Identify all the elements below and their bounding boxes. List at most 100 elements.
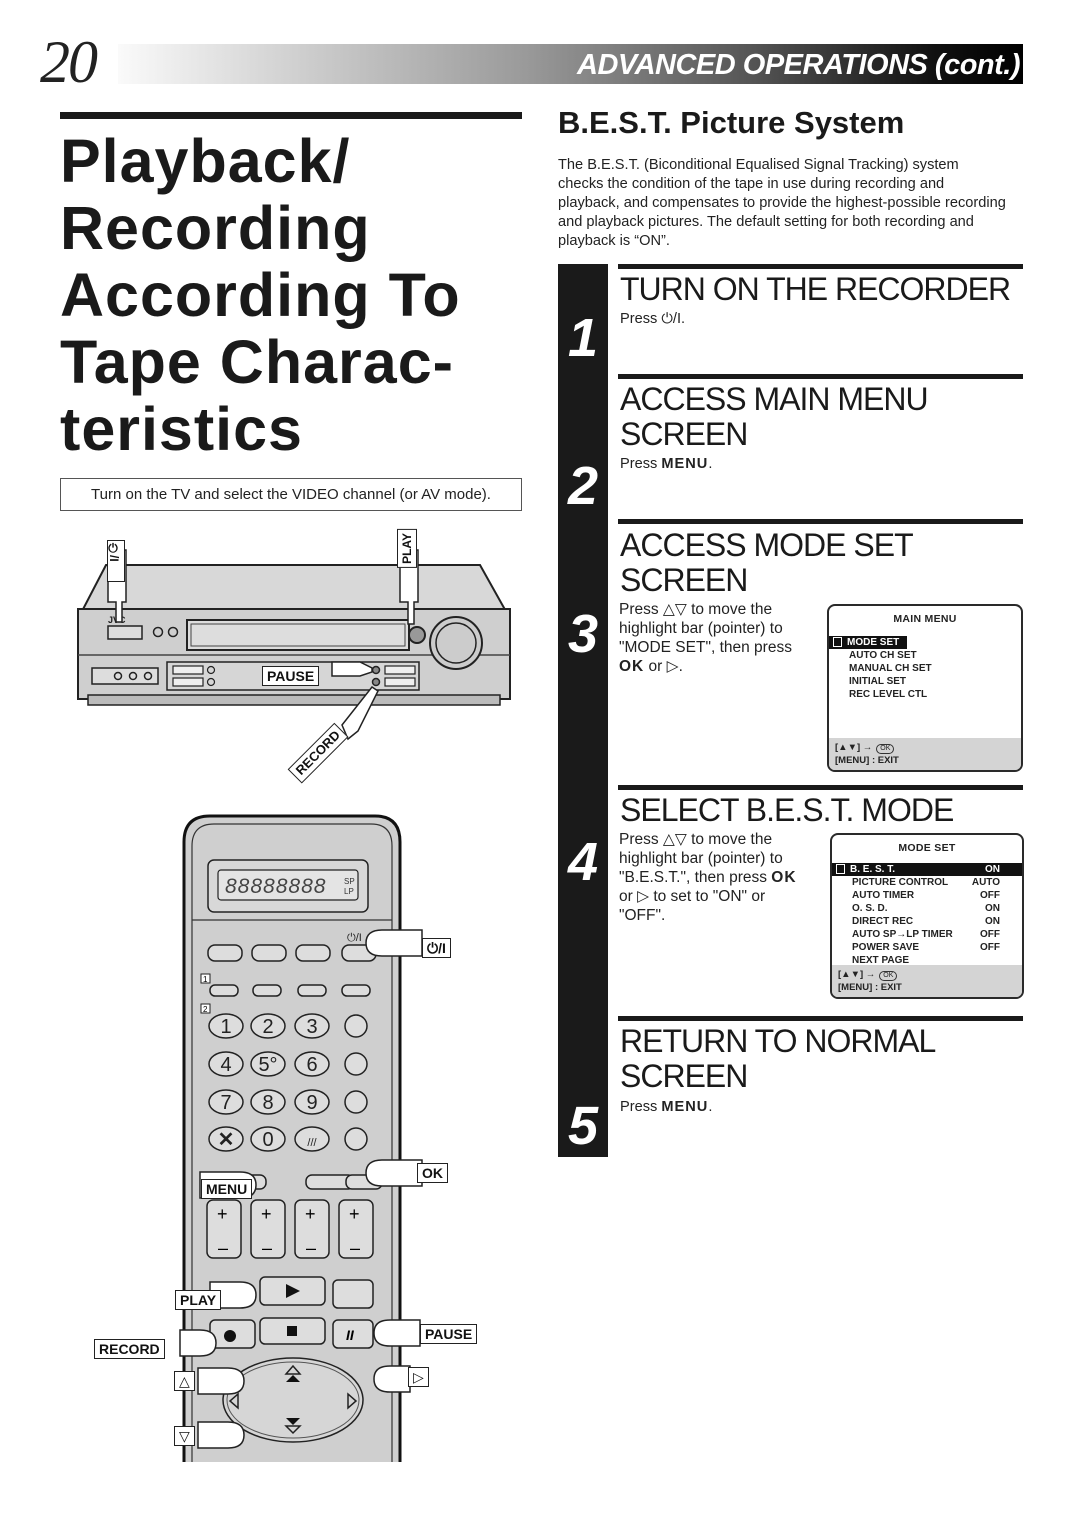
number-key-label: 6 [306, 1054, 317, 1076]
menu-key: MENU [661, 1099, 709, 1115]
osd-item-value: AUTO [971, 877, 1000, 888]
pause-label: PAUSE [262, 666, 320, 686]
text: Press [620, 311, 662, 327]
number-key-label: 2 [262, 1016, 273, 1038]
remote-button[interactable] [344, 1014, 368, 1038]
text: or ▷ to set to "ON" or "OFF". [619, 888, 766, 924]
instruction-note: Turn on the TV and select the VIDEO chan… [60, 478, 522, 511]
skip-key-label: /// [307, 1137, 317, 1149]
number-key-label: 9 [306, 1092, 317, 1114]
timer-button[interactable] [344, 1127, 368, 1151]
vcr-play-button[interactable] [408, 626, 426, 644]
remote-drawing: 88888888 SP LP ⏻/I 1 2 1 2 3 4 5° 6 7 8 9 ✕ 0 /// [179, 814, 423, 1462]
remote-button[interactable] [341, 984, 371, 997]
vcr-pause-button[interactable] [371, 665, 381, 675]
osd-item-label: POWER SAVE [852, 942, 920, 953]
ok-key: OK [619, 658, 645, 675]
av-inputs [91, 667, 159, 685]
number-key-label: 7 [220, 1092, 231, 1114]
remote-button[interactable] [207, 944, 243, 962]
remote-button[interactable] [344, 1090, 368, 1114]
number-key-label: 5° [258, 1054, 277, 1076]
svg-text:+: + [261, 1204, 272, 1224]
page-number: 20 [40, 29, 98, 95]
vcr-top [78, 564, 510, 616]
osd-item[interactable]: DIRECT REC ON [832, 915, 1022, 928]
step-instruction: Press △▽ to move the highlight bar (poin… [619, 830, 809, 925]
vcr-illustration: JVC ⏻/I PLAY PAUSE RECORD [70, 525, 520, 790]
menu-label: MENU [201, 1179, 253, 1199]
svg-text:–: – [218, 1238, 228, 1258]
remote-power-text: ⏻/I [347, 932, 362, 944]
step-title: ACCESS MODE SET SCREEN [620, 527, 913, 598]
osd-item-label: AUTO CH SET [849, 650, 917, 661]
step-number-bar [558, 264, 608, 1157]
osd-item[interactable]: REC LEVEL CTL [829, 688, 1021, 701]
osd-item[interactable]: AUTO SP→LP TIMER OFF [832, 928, 1022, 941]
play-label: PLAY [175, 1290, 222, 1310]
osd-item[interactable]: AUTO CH SET [829, 649, 1021, 662]
osd-item[interactable]: O. S. D. ON [832, 902, 1022, 915]
remote-button[interactable] [252, 984, 282, 997]
osd-nav-hint: [▲▼] → [835, 742, 873, 753]
svg-text:–: – [306, 1238, 316, 1258]
osd-item-selected[interactable]: MODE SET [829, 636, 907, 649]
remote-power-label: ⏻/I [422, 938, 451, 958]
osd-item[interactable]: MANUAL CH SET [829, 662, 1021, 675]
step-number: 4 [567, 832, 599, 892]
osd-item-value: OFF [980, 890, 1000, 901]
best-section-body: The B.E.S.T. (Biconditional Equalised Si… [558, 157, 1006, 249]
pointing-hand-icon [179, 1329, 217, 1357]
osd-item-label: REC LEVEL CTL [849, 689, 928, 700]
remote-button[interactable] [295, 944, 331, 962]
pointing-hand-icon [365, 1159, 423, 1187]
step-number: 2 [567, 456, 599, 516]
remote-button[interactable] [251, 944, 287, 962]
power-label: ⏻/I [107, 540, 125, 582]
osd-item[interactable]: AUTO TIMER OFF [832, 889, 1022, 902]
lcd-digits: 88888888 [225, 875, 326, 898]
remote-ffwd-button[interactable] [332, 1279, 374, 1309]
osd-item-label: INITIAL SET [849, 676, 907, 687]
remote-button[interactable] [297, 984, 327, 997]
remote-button[interactable] [344, 1052, 368, 1076]
osd-item[interactable]: POWER SAVE OFF [832, 941, 1022, 954]
best-section-title: B.E.S.T. Picture System [558, 105, 905, 140]
step-rule [618, 519, 1023, 524]
step-title: TURN ON THE RECORDER [620, 271, 1011, 307]
title-line: Recording [60, 194, 371, 262]
jog-dial[interactable] [429, 616, 483, 670]
step-number: 3 [567, 604, 599, 664]
ok-label: OK [417, 1163, 448, 1183]
step-title: RETURN TO NORMAL SCREEN [620, 1023, 935, 1094]
record-label: RECORD [94, 1339, 165, 1359]
up-label: △ [174, 1371, 195, 1391]
osd-item[interactable]: INITIAL SET [829, 675, 1021, 688]
step-number: 5 [567, 1096, 599, 1156]
osd-exit-hint: [MENU] : EXIT [838, 982, 902, 993]
step-instruction: Press △▽ to move the highlight bar (poin… [619, 600, 809, 676]
step-rule [618, 785, 1023, 790]
osd-item-selected[interactable]: B. E. S. T. ON [832, 863, 1022, 876]
step-rule [618, 374, 1023, 379]
number-key-label: 8 [262, 1092, 273, 1114]
vcr-power-button[interactable] [107, 625, 143, 640]
osd-item[interactable]: PICTURE CONTROL AUTO [832, 876, 1022, 889]
remote-button[interactable] [209, 984, 239, 997]
remote-illustration: 88888888 SP LP ⏻/I 1 2 1 2 3 4 5° 6 7 8 9 ✕ 0 /// [90, 812, 490, 1472]
title-line: Tape Charac- [60, 328, 454, 396]
pointer-icon [836, 864, 845, 874]
svg-text:+: + [217, 1204, 228, 1224]
nav-pad[interactable] [222, 1357, 364, 1443]
number-key-label: 3 [306, 1016, 317, 1038]
ok-key: OK [771, 869, 797, 886]
step-instruction: Press MENU. [620, 1098, 712, 1117]
svg-text:–: – [350, 1238, 360, 1258]
vcr-record-button[interactable] [371, 677, 381, 687]
lcd-lp: LP [344, 887, 354, 896]
text: . [681, 311, 686, 327]
pointing-hand-icon [197, 1421, 245, 1449]
menu-key: MENU [661, 456, 709, 472]
text: Press △▽ to move the highlight bar (poin… [619, 601, 792, 656]
svg-text:–: – [262, 1238, 272, 1258]
